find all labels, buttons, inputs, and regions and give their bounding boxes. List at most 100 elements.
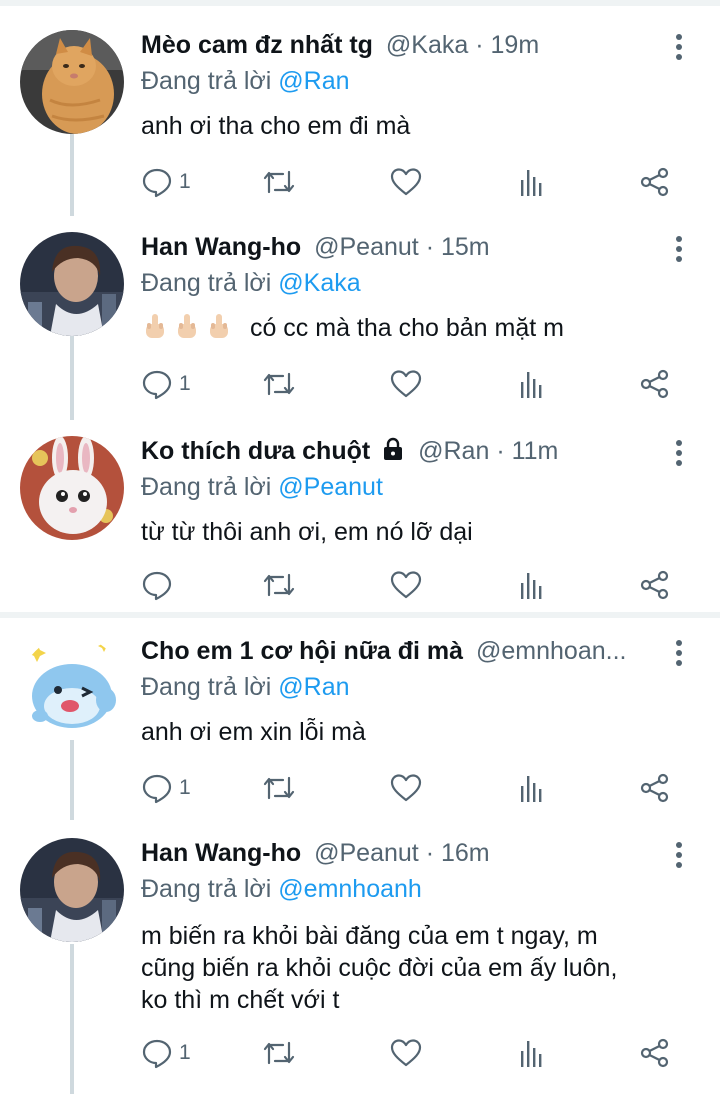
- tweet[interactable]: Ko thích dưa chuột @Ran · 11m Đang trả l…: [0, 436, 720, 606]
- avatar-bunny[interactable]: [20, 436, 124, 540]
- timestamp[interactable]: 19m: [491, 31, 540, 59]
- tweet-actions: 1: [141, 1036, 681, 1070]
- more-options-icon[interactable]: [674, 840, 684, 870]
- mention-link[interactable]: @Peanut: [278, 473, 383, 501]
- replying-to: Đang trả lời @Ran: [141, 672, 350, 702]
- tweet[interactable]: Han Wang-ho @Peanut · 15m Đang trả lời @…: [0, 232, 720, 412]
- tweet-actions: 1: [141, 367, 681, 401]
- tweet-text: có cc mà tha cho bản mặt m: [249, 314, 564, 342]
- tweet-text-line: cũng biến ra khỏi cuộc đời của em ấy luô…: [141, 954, 618, 982]
- replying-to: Đang trả lời @Peanut: [141, 472, 383, 502]
- replying-to-label: Đang trả lời: [141, 269, 272, 297]
- display-name[interactable]: Cho em 1 cơ hội nữa đi mà: [141, 637, 463, 665]
- tweet-actions: 1: [141, 165, 681, 199]
- user-handle[interactable]: @emnhoan...: [476, 637, 626, 665]
- tweet-text-container: có cc mà tha cho bản mặt m: [141, 312, 681, 344]
- retweet-button[interactable]: [261, 165, 297, 199]
- reply-button[interactable]: [141, 568, 179, 602]
- replying-to-label: Đang trả lời: [141, 875, 272, 903]
- mention-link[interactable]: @Ran: [278, 67, 349, 95]
- more-options-icon[interactable]: [674, 638, 684, 668]
- tweet-actions: [141, 568, 681, 602]
- analytics-icon: [521, 170, 542, 196]
- retweet-button[interactable]: [261, 568, 297, 602]
- retweet-button[interactable]: [261, 367, 297, 401]
- retweet-icon: [263, 776, 295, 800]
- reply-button[interactable]: 1: [141, 367, 191, 401]
- analytics-button[interactable]: [517, 568, 547, 602]
- display-name[interactable]: Han Wang-ho: [141, 233, 301, 261]
- user-handle[interactable]: @Peanut: [314, 839, 419, 867]
- more-options-icon[interactable]: [674, 32, 684, 62]
- heart-icon: [390, 774, 422, 802]
- retweet-icon: [263, 372, 295, 396]
- tweet-text: từ từ thôi anh ơi, em nó lỡ dại: [141, 518, 473, 546]
- retweet-icon: [263, 573, 295, 597]
- reply-count: 1: [179, 170, 191, 193]
- tweet-header: Han Wang-ho @Peanut · 16m: [141, 838, 490, 868]
- analytics-icon: [521, 573, 542, 599]
- reply-icon: [142, 1039, 172, 1069]
- avatar-blue-creature[interactable]: [20, 636, 124, 740]
- share-icon: [640, 1038, 669, 1068]
- more-options-icon[interactable]: [674, 438, 684, 468]
- thread-separator: [0, 612, 720, 618]
- like-button[interactable]: [389, 367, 423, 401]
- heart-icon: [390, 571, 422, 599]
- analytics-button[interactable]: [517, 367, 547, 401]
- display-name[interactable]: Ko thích dưa chuột: [141, 437, 370, 465]
- share-button[interactable]: [639, 1036, 671, 1070]
- tweet-actions: 1: [141, 771, 681, 805]
- analytics-icon: [521, 372, 542, 398]
- tweet[interactable]: Cho em 1 cơ hội nữa đi mà @emnhoan... Đa…: [0, 636, 720, 816]
- dot-separator: ·: [425, 839, 441, 867]
- reply-count: 1: [179, 372, 191, 395]
- more-options-icon[interactable]: [674, 234, 684, 264]
- avatar-person[interactable]: [20, 838, 124, 942]
- mention-link[interactable]: @Kaka: [278, 269, 360, 297]
- reply-button[interactable]: 1: [141, 771, 191, 805]
- avatar-cat[interactable]: [20, 30, 124, 134]
- analytics-button[interactable]: [517, 165, 547, 199]
- timestamp[interactable]: 15m: [441, 233, 490, 261]
- user-handle[interactable]: @Kaka: [386, 31, 468, 59]
- analytics-button[interactable]: [517, 1036, 547, 1070]
- display-name[interactable]: Han Wang-ho: [141, 839, 301, 867]
- mention-link[interactable]: @emnhoanh: [278, 875, 422, 903]
- user-handle[interactable]: @Ran: [418, 437, 489, 465]
- heart-icon: [390, 168, 422, 196]
- tweet-text: anh ơi em xin lỗi mà: [141, 718, 366, 746]
- timestamp[interactable]: 11m: [512, 437, 559, 465]
- timestamp[interactable]: 16m: [441, 839, 490, 867]
- dot-separator: ·: [496, 437, 512, 465]
- tweet[interactable]: Han Wang-ho @Peanut · 16m Đang trả lời @…: [0, 838, 720, 1088]
- reply-button[interactable]: 1: [141, 1036, 191, 1070]
- reply-icon: [142, 774, 172, 804]
- share-button[interactable]: [639, 367, 671, 401]
- like-button[interactable]: [389, 1036, 423, 1070]
- dot-separator: ·: [425, 233, 441, 261]
- retweet-button[interactable]: [261, 771, 297, 805]
- avatar-person[interactable]: [20, 232, 124, 336]
- replying-to-label: Đang trả lời: [141, 67, 272, 95]
- like-button[interactable]: [389, 165, 423, 199]
- tweet-text: m biến ra khỏi bài đăng của em t ngay, m…: [141, 920, 681, 1016]
- tweet[interactable]: Mèo cam đz nhất tg @Kaka · 19m Đang trả …: [0, 30, 720, 210]
- like-button[interactable]: [389, 568, 423, 602]
- share-button[interactable]: [639, 568, 671, 602]
- replying-to: Đang trả lời @emnhoanh: [141, 874, 422, 904]
- display-name[interactable]: Mèo cam đz nhất tg: [141, 31, 373, 59]
- top-border: [0, 0, 720, 6]
- replying-to: Đang trả lời @Kaka: [141, 268, 361, 298]
- share-button[interactable]: [639, 771, 671, 805]
- analytics-icon: [521, 1041, 542, 1067]
- user-handle[interactable]: @Peanut: [314, 233, 419, 261]
- mention-link[interactable]: @Ran: [278, 673, 349, 701]
- like-button[interactable]: [389, 771, 423, 805]
- share-button[interactable]: [639, 165, 671, 199]
- replying-to-label: Đang trả lời: [141, 673, 272, 701]
- retweet-button[interactable]: [261, 1036, 297, 1070]
- reply-button[interactable]: 1: [141, 165, 191, 199]
- reply-count: 1: [179, 776, 191, 799]
- analytics-button[interactable]: [517, 771, 547, 805]
